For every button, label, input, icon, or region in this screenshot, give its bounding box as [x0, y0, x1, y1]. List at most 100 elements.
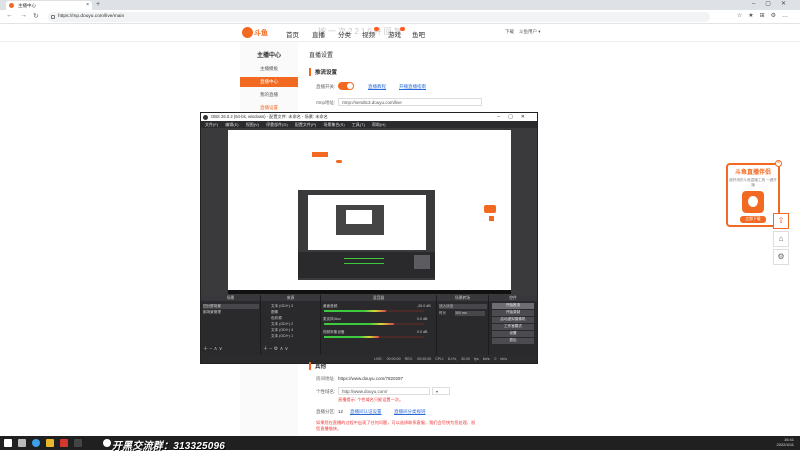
nav-fishbar[interactable]: 鱼吧 — [412, 29, 425, 39]
nav-video[interactable]: 视频 — [362, 27, 379, 39]
nav-category[interactable]: 分类 — [338, 29, 351, 39]
transition-select[interactable]: 淡入淡出 — [439, 304, 487, 309]
status-bitrate: kb/s: 0 kb/s — [482, 357, 507, 361]
address-bar[interactable]: https://mp.douyu.com/live/main — [48, 12, 710, 22]
captured-float — [489, 216, 494, 221]
clock-date: 2022/4/11 — [776, 442, 795, 447]
controls-dock-title: 控件 — [489, 295, 537, 301]
task-view-icon[interactable] — [18, 439, 26, 447]
room-auth-link[interactable]: 直播间认证设置 — [350, 409, 382, 415]
toggle-label: 直播开关: — [316, 84, 336, 89]
rtmp-input[interactable]: rtmp://sendtc3.douyu.com/live — [338, 98, 482, 106]
tutorial-link[interactable]: 直播教程 — [368, 84, 386, 90]
nav-game[interactable]: 游戏 — [388, 27, 405, 39]
float-settings-icon[interactable]: ⚙ — [773, 249, 789, 265]
window-controls[interactable]: –▢✕ — [752, 0, 796, 9]
download-now-button[interactable]: 立即下载 — [740, 216, 766, 223]
toolbar-icons[interactable]: ☆★⊞⚙… — [737, 12, 794, 19]
sidebar-item-live-settings[interactable]: 直播设置 — [240, 105, 298, 111]
status-live: LIVE: 00:00:00 — [373, 357, 401, 361]
obs-companion-ad[interactable]: × 斗鱼直播伴侣 超好用的斗鱼直播工具 一键开播 立即下载 — [726, 160, 782, 227]
menu-view[interactable]: 视图(V) — [246, 122, 259, 127]
taskbar: 开黑交流群：313325096 16:41 2022/4/11 — [0, 436, 800, 452]
mixer-dock: 混音器 桌面音频 -26.0 dB 麦克风/Aux 0.0 dB 视频采集设备 … — [321, 295, 437, 355]
source-item[interactable]: 文本 (GDI+) 1 — [271, 334, 293, 339]
close-ad-icon[interactable]: × — [775, 160, 782, 167]
domain-input[interactable]: http://www.douyu.com/ — [338, 387, 430, 395]
forward-icon[interactable]: → — [20, 12, 27, 19]
source-item[interactable]: 文本 (GDI+) 2 — [271, 322, 293, 327]
new-tab-button[interactable]: + — [96, 0, 100, 9]
start-recording-button[interactable]: 开始录制 — [492, 310, 534, 316]
douyu-logo[interactable]: 斗鱼 — [242, 27, 268, 38]
menu-docks[interactable]: 停靠部件(D) — [266, 122, 288, 127]
menu-help[interactable]: 帮助(H) — [372, 122, 386, 127]
warning-text: 如果您在直播的过程中出现了任何问题，可以选择联系客服，我们会尽快为您处理，祝您直… — [316, 420, 476, 431]
menu-tools[interactable]: 工具(T) — [352, 122, 365, 127]
explorer-icon[interactable] — [46, 439, 54, 447]
ad-subtitle: 超好用的斗鱼直播工具 一键开播 — [729, 178, 777, 187]
sidebar-item-live-center[interactable]: 直播中心 — [240, 77, 298, 87]
domain-note: 直播提示: 个性域名只能设置一次。 — [338, 397, 404, 402]
domain-select[interactable]: ▾ — [432, 387, 450, 395]
duration-input[interactable]: 300 ms — [455, 311, 485, 316]
scene-item[interactable]: 四分屏场景 — [203, 304, 259, 309]
float-upload-icon[interactable]: ⇧ — [773, 213, 789, 229]
settings-button[interactable]: 设置 — [492, 331, 534, 337]
reload-icon[interactable]: ↻ — [33, 12, 39, 20]
start-icon[interactable] — [4, 439, 12, 447]
preview-letterbox — [228, 290, 511, 294]
source-item[interactable]: 图像 — [271, 310, 278, 315]
new-badge — [374, 27, 379, 31]
scene-toolbar[interactable]: ＋ − ∧ ∨ — [203, 347, 222, 352]
source-toolbar[interactable]: ＋ − ⚙ ∧ ∨ — [263, 347, 288, 352]
studio-mode-button[interactable]: 工作室模式 — [492, 324, 534, 330]
room-rule-link[interactable]: 直播间分类规则 — [394, 409, 426, 415]
scene-item[interactable]: 副场景管理 — [203, 310, 221, 315]
source-item[interactable]: 文本 (GDI+) 4 — [271, 328, 293, 333]
float-home-icon[interactable]: ⌂ — [773, 231, 789, 247]
captured-meter — [344, 258, 384, 259]
obs-taskbar-icon[interactable] — [74, 439, 82, 447]
section-title-other: 其他 — [309, 362, 326, 370]
captured-sidebar-active — [312, 152, 328, 157]
tab-bar: 主播中心 × + –▢✕ — [0, 0, 800, 10]
exit-button[interactable]: 退出 — [492, 338, 534, 344]
system-tray[interactable]: 16:41 2022/4/11 — [777, 437, 795, 447]
close-tab-icon[interactable]: × — [86, 1, 89, 10]
edge-icon[interactable] — [32, 439, 40, 447]
mixer-channel-label: 桌面音频 — [323, 304, 338, 308]
nav-live[interactable]: 直播 — [312, 29, 325, 39]
room-label: 直播分区: — [316, 409, 336, 414]
source-item[interactable]: 色彩源 — [271, 316, 282, 321]
obs-title-text: OBS 26.0.2 (64-bit, windows) - 配置文件: 未命名… — [211, 114, 328, 119]
obs-preview-canvas[interactable] — [228, 130, 511, 290]
obs-window-controls[interactable]: –▢✕ — [497, 113, 533, 121]
status-cpu: CPU: 8.1%, 30.00 fps — [435, 357, 479, 361]
captured-obs-nested2 — [346, 210, 372, 224]
back-icon[interactable]: ← — [6, 12, 13, 19]
menu-edit[interactable]: 编辑(E) — [225, 122, 238, 127]
user-menu[interactable]: 斗鱼用户 — [519, 29, 537, 34]
browser-tab[interactable]: 主播中心 × — [6, 1, 92, 10]
sidebar-item-my-live[interactable]: 我的直播 — [240, 92, 298, 98]
duration-label: 时长 — [439, 311, 447, 315]
nav-home[interactable]: 首页 — [286, 29, 299, 39]
mixer-db: 0.0 dB — [417, 330, 428, 334]
live-toggle[interactable] — [338, 82, 354, 90]
header-right[interactable]: 下载 斗鱼用户 ▾ — [505, 29, 541, 35]
menu-scene-collection[interactable]: 场景集合(S) — [323, 122, 344, 127]
download-link[interactable]: 下载 — [505, 29, 514, 34]
room-url-value: https://www.douyu.com/7820297 — [338, 376, 404, 381]
menu-file[interactable]: 文件(F) — [205, 122, 218, 127]
menu-profile[interactable]: 配置文件(P) — [295, 122, 316, 127]
tab-title: 主播中心 — [18, 3, 36, 8]
domain-label: 个性域名: — [316, 389, 336, 394]
sidebar-item-template[interactable]: 主播模板 — [240, 66, 298, 72]
source-item[interactable]: 文本 (GDI+) 3 — [271, 304, 293, 309]
start-streaming-button[interactable]: 开始推流 — [492, 303, 534, 309]
app-icon[interactable] — [60, 439, 68, 447]
virtual-camera-button[interactable]: 启动虚拟摄像机 — [492, 317, 534, 323]
captured-controls — [414, 255, 430, 269]
guide-link[interactable]: 开播直播指南 — [399, 84, 426, 90]
